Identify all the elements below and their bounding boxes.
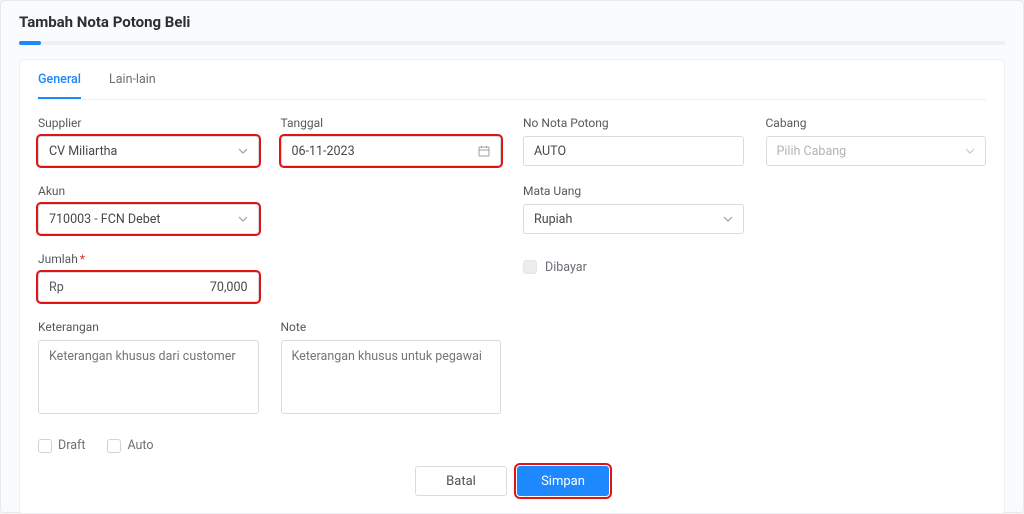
- field-tanggal: Tanggal 06-11-2023: [281, 116, 502, 166]
- label-dibayar: Dibayar: [545, 260, 587, 275]
- field-no-nota: No Nota Potong AUTO: [523, 116, 744, 166]
- jumlah-prefix: Rp: [49, 280, 64, 295]
- label-draft: Draft: [58, 438, 85, 453]
- no-nota-input[interactable]: AUTO: [523, 136, 744, 166]
- field-mata-uang: Mata Uang Rupiah: [523, 184, 744, 234]
- label-keterangan: Keterangan: [38, 320, 259, 334]
- field-keterangan: Keterangan: [38, 320, 259, 414]
- field-dibayar: Dibayar: [523, 252, 744, 302]
- label-cabang: Cabang: [766, 116, 987, 130]
- mata-uang-value: Rupiah: [534, 212, 723, 227]
- field-supplier: Supplier CV Miliartha: [38, 116, 259, 166]
- tab-lain-lain[interactable]: Lain-lain: [109, 72, 156, 99]
- jumlah-value: 70,000: [72, 280, 248, 295]
- form-area: Supplier CV Miliartha Tanggal 06-11-2023…: [38, 116, 986, 453]
- label-mata-uang: Mata Uang: [523, 184, 744, 198]
- required-mark: *: [80, 252, 85, 266]
- cabang-select[interactable]: Pilih Cabang: [766, 136, 987, 166]
- note-textarea[interactable]: [281, 340, 502, 414]
- akun-select[interactable]: 710003 - FCN Debet: [38, 204, 259, 234]
- mata-uang-select[interactable]: Rupiah: [523, 204, 744, 234]
- label-note: Note: [281, 320, 502, 334]
- tabs: General Lain-lain: [38, 60, 986, 100]
- label-no-nota: No Nota Potong: [523, 116, 744, 130]
- akun-value: 710003 - FCN Debet: [49, 212, 238, 227]
- tab-general[interactable]: General: [38, 72, 81, 99]
- keterangan-textarea[interactable]: [38, 340, 259, 414]
- chevron-down-icon: [723, 214, 733, 224]
- simpan-button[interactable]: Simpan: [517, 466, 609, 496]
- supplier-value: CV Miliartha: [49, 144, 238, 159]
- dibayar-checkbox[interactable]: Dibayar: [523, 252, 744, 282]
- checkbox-icon: [107, 439, 121, 453]
- cabang-placeholder: Pilih Cabang: [777, 144, 966, 159]
- no-nota-value: AUTO: [534, 144, 733, 159]
- field-cabang: Cabang Pilih Cabang: [766, 116, 987, 166]
- form-card: General Lain-lain Supplier CV Miliartha …: [19, 59, 1005, 514]
- footer-actions: Batal Simpan: [1, 466, 1023, 496]
- checkbox-icon: [38, 439, 52, 453]
- page-title: Tambah Nota Potong Beli: [19, 13, 1005, 31]
- progress-fill: [19, 41, 41, 45]
- label-supplier: Supplier: [38, 116, 259, 130]
- tanggal-value: 06-11-2023: [292, 144, 479, 159]
- tanggal-input[interactable]: 06-11-2023: [281, 136, 502, 166]
- calendar-icon: [478, 145, 490, 157]
- chevron-down-icon: [965, 146, 975, 156]
- checkbox-row: Draft Auto: [38, 438, 986, 453]
- page-container: Tambah Nota Potong Beli General Lain-lai…: [0, 0, 1024, 513]
- label-tanggal: Tanggal: [281, 116, 502, 130]
- chevron-down-icon: [238, 214, 248, 224]
- supplier-select[interactable]: CV Miliartha: [38, 136, 259, 166]
- label-jumlah: Jumlah*: [38, 252, 259, 266]
- jumlah-input[interactable]: Rp 70,000: [38, 272, 259, 302]
- chevron-down-icon: [238, 146, 248, 156]
- field-note: Note: [281, 320, 502, 414]
- field-akun: Akun 710003 - FCN Debet: [38, 184, 259, 234]
- auto-checkbox[interactable]: Auto: [107, 438, 153, 453]
- batal-button[interactable]: Batal: [415, 466, 507, 496]
- checkbox-icon: [523, 260, 537, 274]
- draft-checkbox[interactable]: Draft: [38, 438, 85, 453]
- field-jumlah: Jumlah* Rp 70,000: [38, 252, 259, 302]
- progress-bar: [19, 41, 1005, 45]
- label-akun: Akun: [38, 184, 259, 198]
- label-auto: Auto: [127, 438, 153, 453]
